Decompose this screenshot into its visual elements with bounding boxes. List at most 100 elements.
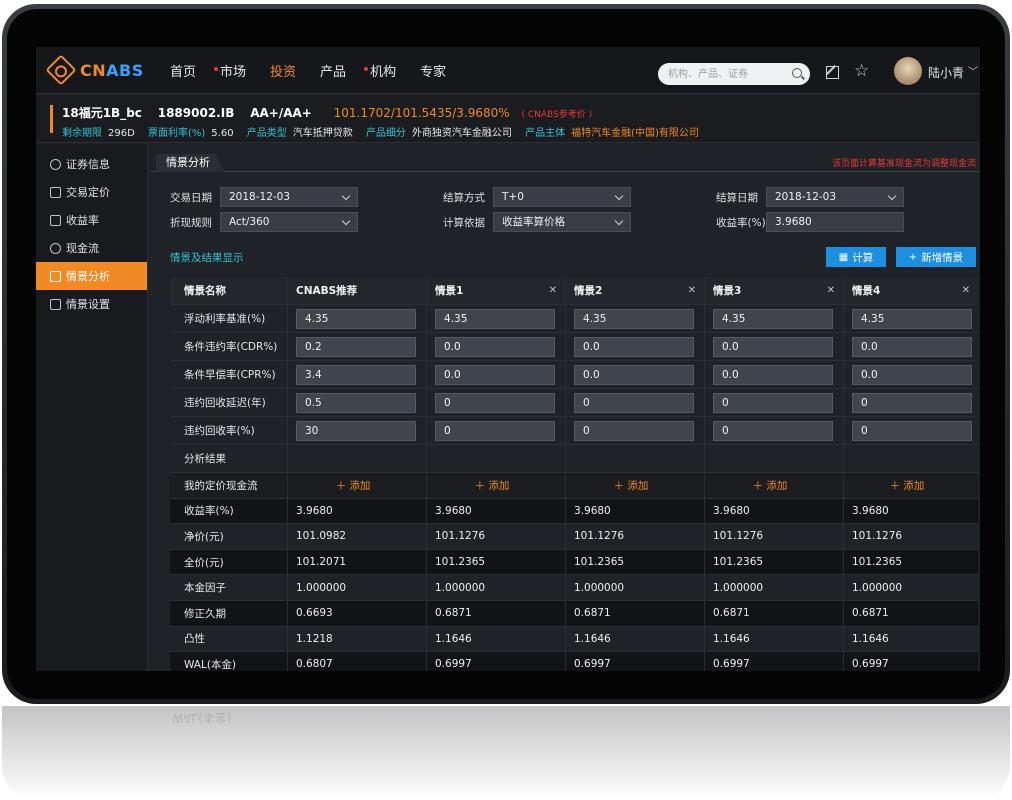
scenario-input[interactable]: 4.35: [574, 308, 694, 329]
sidebar-item-cashflow[interactable]: 现金流: [36, 234, 147, 262]
scenario-input[interactable]: 0.0: [852, 336, 972, 357]
table-cell: 4.35: [566, 305, 705, 332]
table-cell: 0.6871: [852, 607, 889, 620]
scenario-input[interactable]: 0: [435, 420, 555, 441]
nav-item-invest[interactable]: 投资: [270, 61, 296, 80]
scenario-input[interactable]: 0.0: [574, 364, 694, 385]
nav-item-product[interactable]: 产品: [320, 61, 346, 80]
result-rows: 收益率(%) 3.9680 3.9680 3.9680 3.9680 3.9680 净价(元…: [170, 498, 978, 671]
sidebar-item-scenario-settings[interactable]: 情景设置: [36, 290, 147, 318]
add-cashflow-button[interactable]: ＋ 添加: [427, 478, 557, 493]
header-scenario-1: 情景1 ✕: [427, 277, 566, 304]
calculate-button[interactable]: ▦ 计算: [826, 247, 886, 267]
scenario-input[interactable]: 0.0: [852, 364, 972, 385]
table-cell: 1.1646: [852, 632, 889, 645]
nav-item-institution[interactable]: 机构: [364, 61, 396, 80]
close-icon[interactable]: ✕: [688, 285, 696, 296]
security-info-bar: 18福元1B_bc 1889002.IB AA+/AA+ 101.1702/10…: [36, 95, 980, 143]
scenario-input[interactable]: 0: [435, 392, 555, 413]
nav-item-expert[interactable]: 专家: [420, 61, 446, 80]
row-label: 凸性: [170, 626, 288, 652]
scenario-input[interactable]: 0.5: [296, 392, 416, 413]
logo[interactable]: CNABS: [45, 54, 144, 86]
table-cell: 0: [844, 389, 978, 416]
scenario-input[interactable]: 0.0: [713, 364, 833, 385]
add-cashflow-button[interactable]: ＋ 添加: [705, 478, 835, 493]
add-cashflow-button[interactable]: ＋ 添加: [566, 478, 696, 493]
scenario-input[interactable]: 0: [574, 420, 694, 441]
table-cell: 101.2365: [566, 549, 705, 575]
bar-chart-icon: [50, 270, 61, 282]
close-icon[interactable]: ✕: [962, 285, 970, 296]
scenario-input[interactable]: 0: [852, 420, 972, 441]
close-icon[interactable]: ✕: [549, 285, 557, 296]
yield-input[interactable]: 3.9680: [766, 212, 904, 232]
table-cell: 0: [705, 417, 844, 444]
table-row: 本金因子 1.000000 1.000000 1.000000 1.000000 1.00…: [170, 575, 978, 601]
exchange-icon: [50, 186, 61, 198]
calc-basis-select[interactable]: 收益率算价格: [493, 212, 631, 232]
scenario-input[interactable]: 0.0: [435, 364, 555, 385]
scenario-input[interactable]: 4.35: [435, 308, 555, 329]
scenario-input[interactable]: 3.4: [296, 364, 416, 385]
table-row: 收益率(%) 3.9680 3.9680 3.9680 3.9680 3.9680: [170, 498, 978, 525]
sidebar-item-scenario-analysis[interactable]: 情景分析: [36, 262, 147, 290]
header-label: 情景2: [574, 285, 603, 297]
table-cell: 101.2365: [427, 549, 566, 575]
table-cell: 0.6997: [852, 658, 889, 671]
close-icon[interactable]: ✕: [827, 285, 835, 296]
scenario-input[interactable]: 4.35: [713, 308, 833, 329]
search-input[interactable]: [658, 63, 778, 85]
field-value-product-entity[interactable]: 福特汽车金融(中国)有限公司: [571, 128, 699, 139]
add-label: 添加: [349, 479, 371, 492]
add-scenario-button[interactable]: + 新增情景: [896, 247, 976, 267]
table-cell: 1.000000: [288, 575, 427, 600]
edit-icon[interactable]: [826, 66, 839, 79]
scenario-input[interactable]: 4.35: [852, 308, 972, 329]
table-cell: 0.2: [288, 333, 427, 360]
table-cell: 101.2071: [288, 549, 427, 575]
sidebar-item-trade-pricing[interactable]: 交易定价: [36, 178, 147, 206]
user-name[interactable]: 陆小青: [928, 64, 964, 81]
scenario-input[interactable]: 0.2: [296, 336, 416, 357]
logo-mark-icon: [45, 54, 77, 86]
row-label: 条件违约率(CDR%): [170, 333, 288, 360]
tab-scenario-analysis[interactable]: 情景分析: [156, 154, 224, 172]
table-cell: ＋ 添加: [427, 473, 566, 498]
add-cashflow-button[interactable]: ＋ 添加: [288, 478, 418, 493]
scenario-input[interactable]: 0: [713, 420, 833, 441]
table-cell: [566, 445, 705, 472]
scenario-input[interactable]: 0.0: [574, 336, 694, 357]
sidebar-item-security-info[interactable]: 证券信息: [36, 150, 147, 178]
row-label: 违约回收率(%): [170, 417, 288, 444]
table-cell: 3.9680: [705, 498, 844, 524]
discount-select[interactable]: Act/360: [220, 212, 358, 232]
row-label: WAL(本金): [170, 652, 288, 671]
table-row: WAL(本金) 0.6807 0.6997 0.6997 0.6997 0.6997: [170, 652, 978, 671]
nav-item-market[interactable]: 市场: [214, 61, 246, 80]
table-cell: 30: [288, 417, 427, 444]
settle-date-select[interactable]: 2018-12-03: [766, 187, 904, 207]
avatar[interactable]: [894, 57, 922, 85]
table-cell: 1.1646: [427, 626, 566, 652]
sidebar-item-yield[interactable]: 收益率: [36, 206, 147, 234]
scenario-input[interactable]: 0: [574, 392, 694, 413]
chevron-down-icon[interactable]: ﹀: [968, 63, 978, 78]
table-cell: ＋ 添加: [844, 473, 978, 498]
star-icon[interactable]: ☆: [854, 61, 869, 81]
row-label: 本金因子: [170, 575, 288, 600]
scenario-input[interactable]: 0: [713, 392, 833, 413]
scenario-input[interactable]: 0.0: [435, 336, 555, 357]
scenario-input[interactable]: 30: [296, 420, 416, 441]
trade-date-select[interactable]: 2018-12-03: [220, 187, 358, 207]
settle-method-select[interactable]: T+0: [493, 187, 631, 207]
table-cell: 3.9680: [852, 504, 889, 517]
tablet-bezel: CNABS 首页 市场 投资 产品 机构 专家 ☆ 陆小青 ﹀ 18福元1B_b…: [7, 9, 1005, 699]
settle-date-label: 结算日期: [716, 191, 758, 204]
add-cashflow-button[interactable]: ＋ 添加: [844, 478, 970, 493]
scenario-input[interactable]: 0: [852, 392, 972, 413]
scenario-input[interactable]: 4.35: [296, 308, 416, 329]
scenario-input[interactable]: 0.0: [713, 336, 833, 357]
search-icon[interactable]: [792, 68, 802, 78]
nav-item-home[interactable]: 首页: [170, 61, 196, 80]
